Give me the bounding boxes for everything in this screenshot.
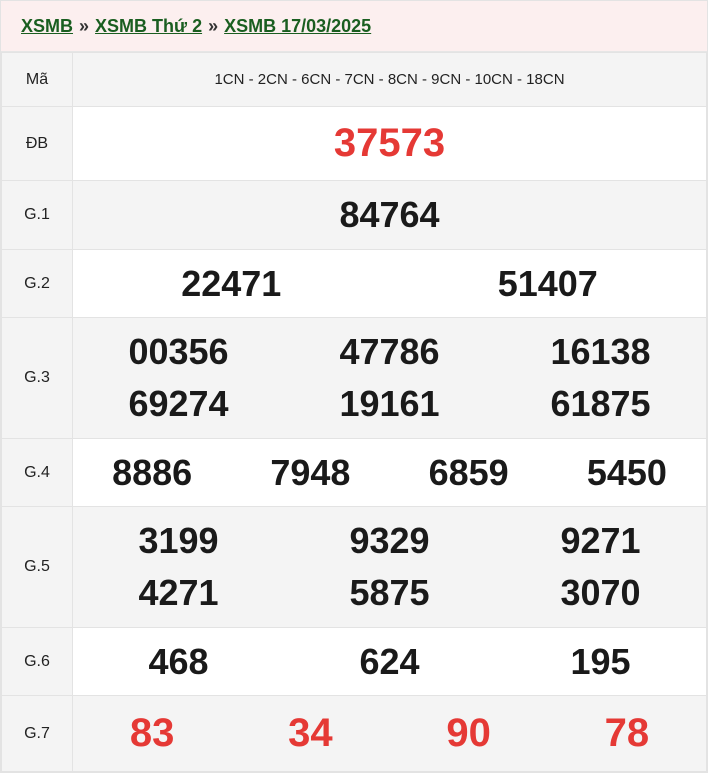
prize-g5-5: 5875 <box>349 572 430 613</box>
ma-codes: 1CN - 2CN - 6CN - 7CN - 8CN - 9CN - 10CN… <box>214 71 565 88</box>
prize-g3-2: 47786 <box>339 331 440 372</box>
breadcrumb-link-weekday[interactable]: XSMB Thứ 2 <box>95 16 202 37</box>
label-g3: G.3 <box>1 317 73 439</box>
prize-g7-1: 83 <box>129 711 175 755</box>
prize-g3-5: 19161 <box>339 383 440 424</box>
breadcrumb: XSMB » XSMB Thứ 2 » XSMB 17/03/2025 <box>1 1 707 52</box>
prize-g5-2: 9329 <box>349 520 430 561</box>
row-g4: G.4 8886 7948 6859 5450 <box>1 438 707 507</box>
prize-g5-4: 4271 <box>138 572 219 613</box>
results-panel: XSMB » XSMB Thứ 2 » XSMB 17/03/2025 Mã 1… <box>0 0 708 773</box>
label-ma: Mã <box>1 52 73 107</box>
row-g1: G.1 84764 <box>1 180 707 250</box>
prize-g4-1: 8886 <box>112 451 193 493</box>
row-db: ĐB 37573 <box>1 106 707 181</box>
label-g7: G.7 <box>1 695 73 772</box>
prize-g7-2: 34 <box>288 711 333 755</box>
prize-db: 37573 <box>333 121 446 165</box>
prize-g7-3: 90 <box>446 711 491 755</box>
prize-g1: 84764 <box>339 194 440 235</box>
row-g6: G.6 468 624 195 <box>1 627 707 696</box>
breadcrumb-link-date[interactable]: XSMB 17/03/2025 <box>224 16 371 37</box>
prize-g4-3: 6859 <box>428 451 509 493</box>
row-g5: G.5 3199 9329 9271 4271 5875 3070 <box>1 506 707 628</box>
prize-g2-2: 51407 <box>497 262 598 304</box>
breadcrumb-link-xsmb[interactable]: XSMB <box>21 16 73 37</box>
row-g3: G.3 00356 47786 16138 69274 19161 61875 <box>1 317 707 439</box>
prize-g2-1: 22471 <box>181 262 282 304</box>
label-g4: G.4 <box>1 438 73 507</box>
prize-g3-4: 69274 <box>128 383 229 424</box>
label-g6: G.6 <box>1 627 73 696</box>
breadcrumb-separator: » <box>208 15 219 36</box>
row-g7: G.7 83 34 90 78 <box>1 695 707 772</box>
prize-g6-3: 195 <box>570 640 631 682</box>
prize-g3-1: 00356 <box>128 331 229 372</box>
prize-g3-6: 61875 <box>550 383 651 424</box>
breadcrumb-separator: » <box>79 15 90 36</box>
prize-g3-3: 16138 <box>550 331 651 372</box>
row-ma: Mã 1CN - 2CN - 6CN - 7CN - 8CN - 9CN - 1… <box>1 52 707 107</box>
prize-g6-1: 468 <box>148 640 209 682</box>
label-g1: G.1 <box>1 180 73 250</box>
label-g2: G.2 <box>1 249 73 318</box>
prize-g5-6: 3070 <box>560 572 641 613</box>
prize-g5-3: 9271 <box>560 520 641 561</box>
label-db: ĐB <box>1 106 73 181</box>
prize-g7-4: 78 <box>604 711 650 755</box>
results-table: Mã 1CN - 2CN - 6CN - 7CN - 8CN - 9CN - 1… <box>1 52 707 772</box>
prize-g4-2: 7948 <box>270 451 351 493</box>
prize-g5-1: 3199 <box>138 520 219 561</box>
prize-g6-2: 624 <box>359 640 420 682</box>
row-g2: G.2 22471 51407 <box>1 249 707 318</box>
label-g5: G.5 <box>1 506 73 628</box>
prize-g4-4: 5450 <box>586 451 667 493</box>
